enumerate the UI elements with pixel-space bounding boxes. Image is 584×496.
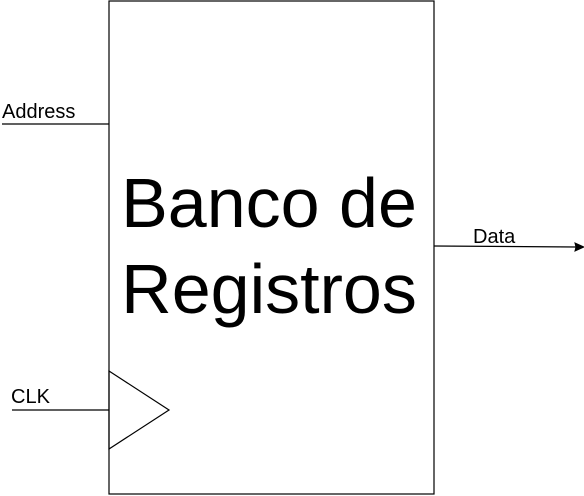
data-arrowhead-icon xyxy=(574,242,584,252)
block-title-line1: Banco de xyxy=(121,164,417,242)
address-label: Address xyxy=(2,101,75,123)
data-label: Data xyxy=(473,226,516,248)
clock-triangle-icon xyxy=(108,369,171,451)
clk-label: CLK xyxy=(11,386,51,408)
register-bank-block xyxy=(108,0,435,495)
diagram-canvas: Banco de Registros Address CLK Data xyxy=(2,0,584,495)
block-title-line2: Registros xyxy=(121,250,417,328)
